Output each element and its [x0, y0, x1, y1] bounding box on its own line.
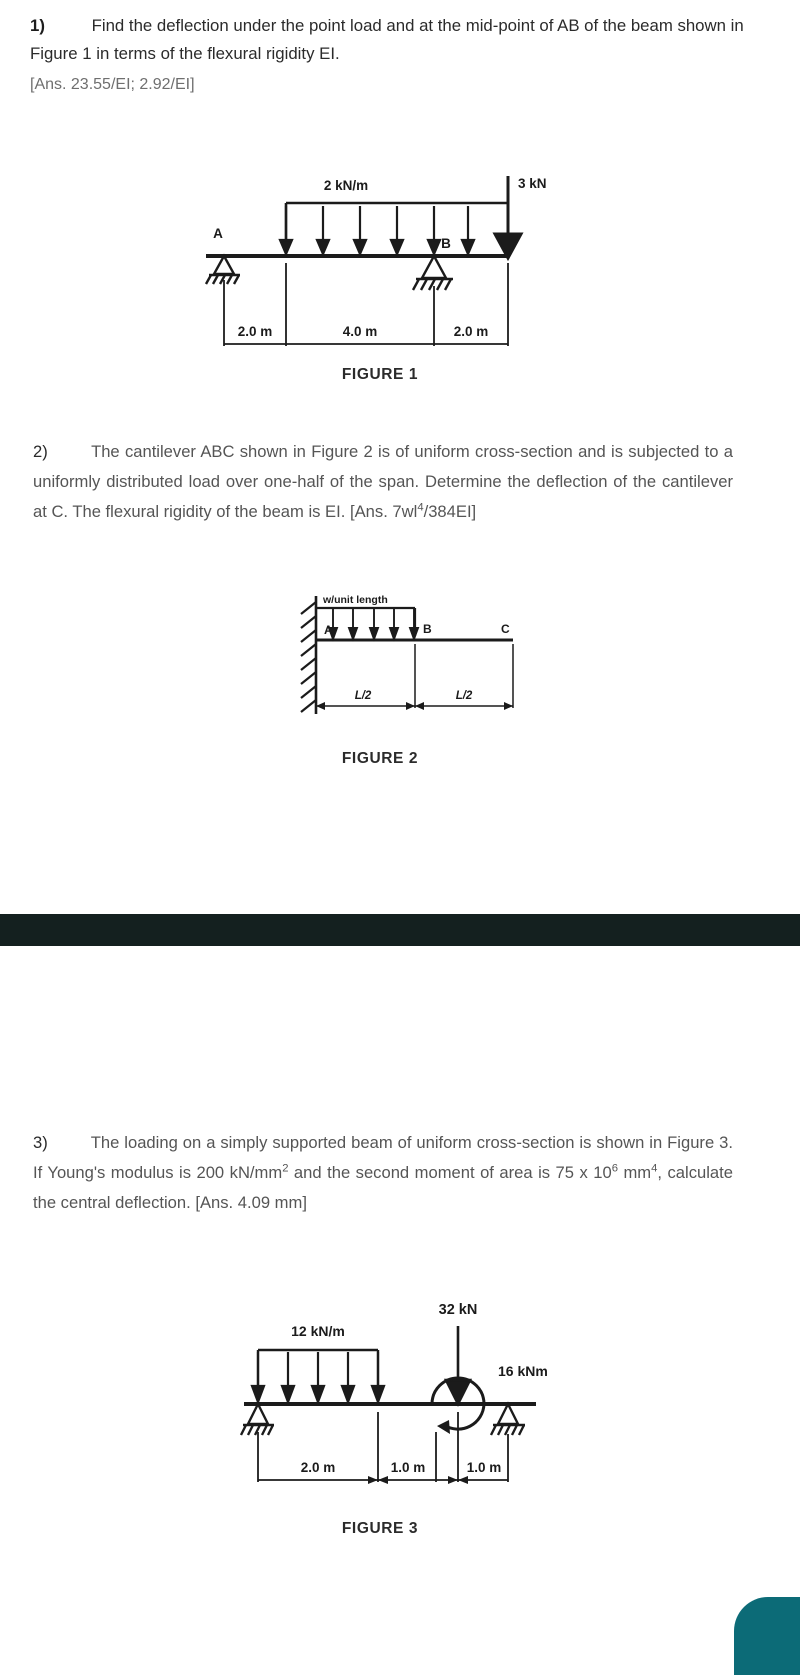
figure3-dim-2: 1.0 m	[391, 1460, 426, 1475]
figure-1-diagram: 2 kN/m 3 kN A B 2.0 m 4.0 m 2.0 m	[196, 168, 546, 358]
question-1-block: 1) Find the deflection under the point l…	[30, 12, 745, 99]
figure3-dim-1: 2.0 m	[301, 1460, 336, 1475]
question-2-answer-prefix: [Ans. 7wl	[349, 502, 418, 522]
question-3-block: 3) The loading on a simply supported bea…	[33, 1128, 733, 1219]
question-1-text: Find the deflection under the point load…	[30, 16, 744, 64]
corner-accent-shape	[734, 1597, 800, 1675]
figure2-dim-1: L/2	[355, 690, 372, 702]
figure3-point-load-label: 32 kN	[439, 1302, 478, 1318]
figure-3-diagram: 12 kN/m 32 kN 16 kNm 2.0 m 1.0 m 1.0 m	[236, 1292, 586, 1492]
question-1-answer: [Ans. 23.55/EI; 2.92/EI]	[30, 76, 195, 94]
question-2-answer-suffix: /384EI]	[423, 502, 477, 522]
figure1-point-load-label: 3 kN	[518, 176, 546, 191]
figure3-udl-label: 12 kN/m	[291, 1323, 345, 1339]
question-2-number: 2)	[33, 442, 48, 461]
question-3-text-part3: mm	[618, 1163, 652, 1183]
question-3-text-part2: and the second moment of area is 75 x 10	[288, 1163, 612, 1183]
figure1-label-b: B	[441, 236, 451, 251]
figure1-dim-1: 2.0 m	[238, 324, 273, 339]
figure3-moment-label: 16 kNm	[498, 1363, 548, 1379]
figure-3-caption: FIGURE 3	[341, 1520, 419, 1537]
figure2-udl-label: w/unit length	[322, 594, 388, 606]
figure3-dim-3: 1.0 m	[467, 1460, 502, 1475]
figure1-dim-3: 2.0 m	[454, 324, 489, 339]
figure2-label-c: C	[501, 622, 510, 636]
figure-1-caption: FIGURE 1	[341, 366, 419, 383]
dark-separator-band	[0, 914, 800, 946]
document-page: 1) Find the deflection under the point l…	[0, 0, 800, 1675]
figure1-dim-2: 4.0 m	[343, 324, 378, 339]
figure2-dim-2: L/2	[456, 690, 473, 702]
figure2-label-b: B	[423, 622, 432, 636]
figure-2-caption: FIGURE 2	[341, 750, 419, 767]
question-3-number: 3)	[33, 1133, 48, 1152]
figure2-label-a: A	[324, 623, 333, 637]
figure1-udl-label: 2 kN/m	[324, 178, 368, 193]
figure1-label-a: A	[213, 226, 223, 241]
question-1-number: 1)	[30, 16, 45, 35]
figure-2-diagram: w/unit length A B C L/2 L/2	[293, 592, 528, 722]
question-2-block: 2) The cantilever ABC shown in Figure 2 …	[33, 437, 733, 528]
